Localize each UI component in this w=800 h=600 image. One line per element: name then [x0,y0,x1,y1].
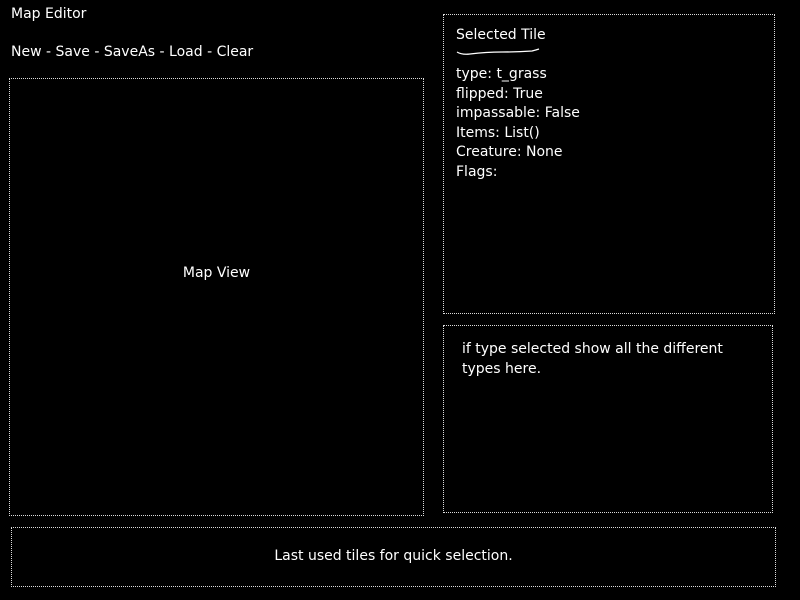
property-flags: Flags: [456,163,498,180]
recent-tiles-bar[interactable]: Last used tiles for quick selection. [11,527,776,587]
property-creature: Creature: None [456,144,563,160]
tile-properties-list: type: t_grass flipped: True impassable: … [456,65,580,182]
menu-separator: - [89,44,104,60]
menu-bar: New - Save - SaveAs - Load - Clear [11,43,253,63]
menu-save-button[interactable]: Save [56,43,90,63]
tile-types-panel[interactable]: if type selected show all the different … [443,325,773,513]
recent-tiles-label: Last used tiles for quick selection. [274,548,513,564]
menu-separator: - [41,44,56,60]
app-title: Map Editor [11,6,87,22]
title-underline-icon [456,48,540,55]
menu-clear-button[interactable]: Clear [217,43,254,63]
selected-tile-panel: Selected Tile type: t_grass flipped: Tru… [443,14,775,314]
map-view-label: Map View [182,265,251,281]
menu-saveas-button[interactable]: SaveAs [104,43,155,63]
map-view[interactable]: Map View [9,78,424,516]
property-flipped: flipped: True [456,85,543,102]
selected-tile-title: Selected Tile [456,27,546,43]
property-type: type: t_grass [456,66,547,82]
property-items: Items: List() [456,124,540,141]
property-impassable: impassable: False [456,105,580,121]
menu-new-button[interactable]: New [11,43,42,63]
menu-separator: - [202,44,217,60]
menu-separator: - [155,44,170,60]
tile-types-note: if type selected show all the different … [462,341,723,377]
selected-tile-heading: Selected Tile [456,26,546,55]
menu-load-button[interactable]: Load [169,43,203,63]
